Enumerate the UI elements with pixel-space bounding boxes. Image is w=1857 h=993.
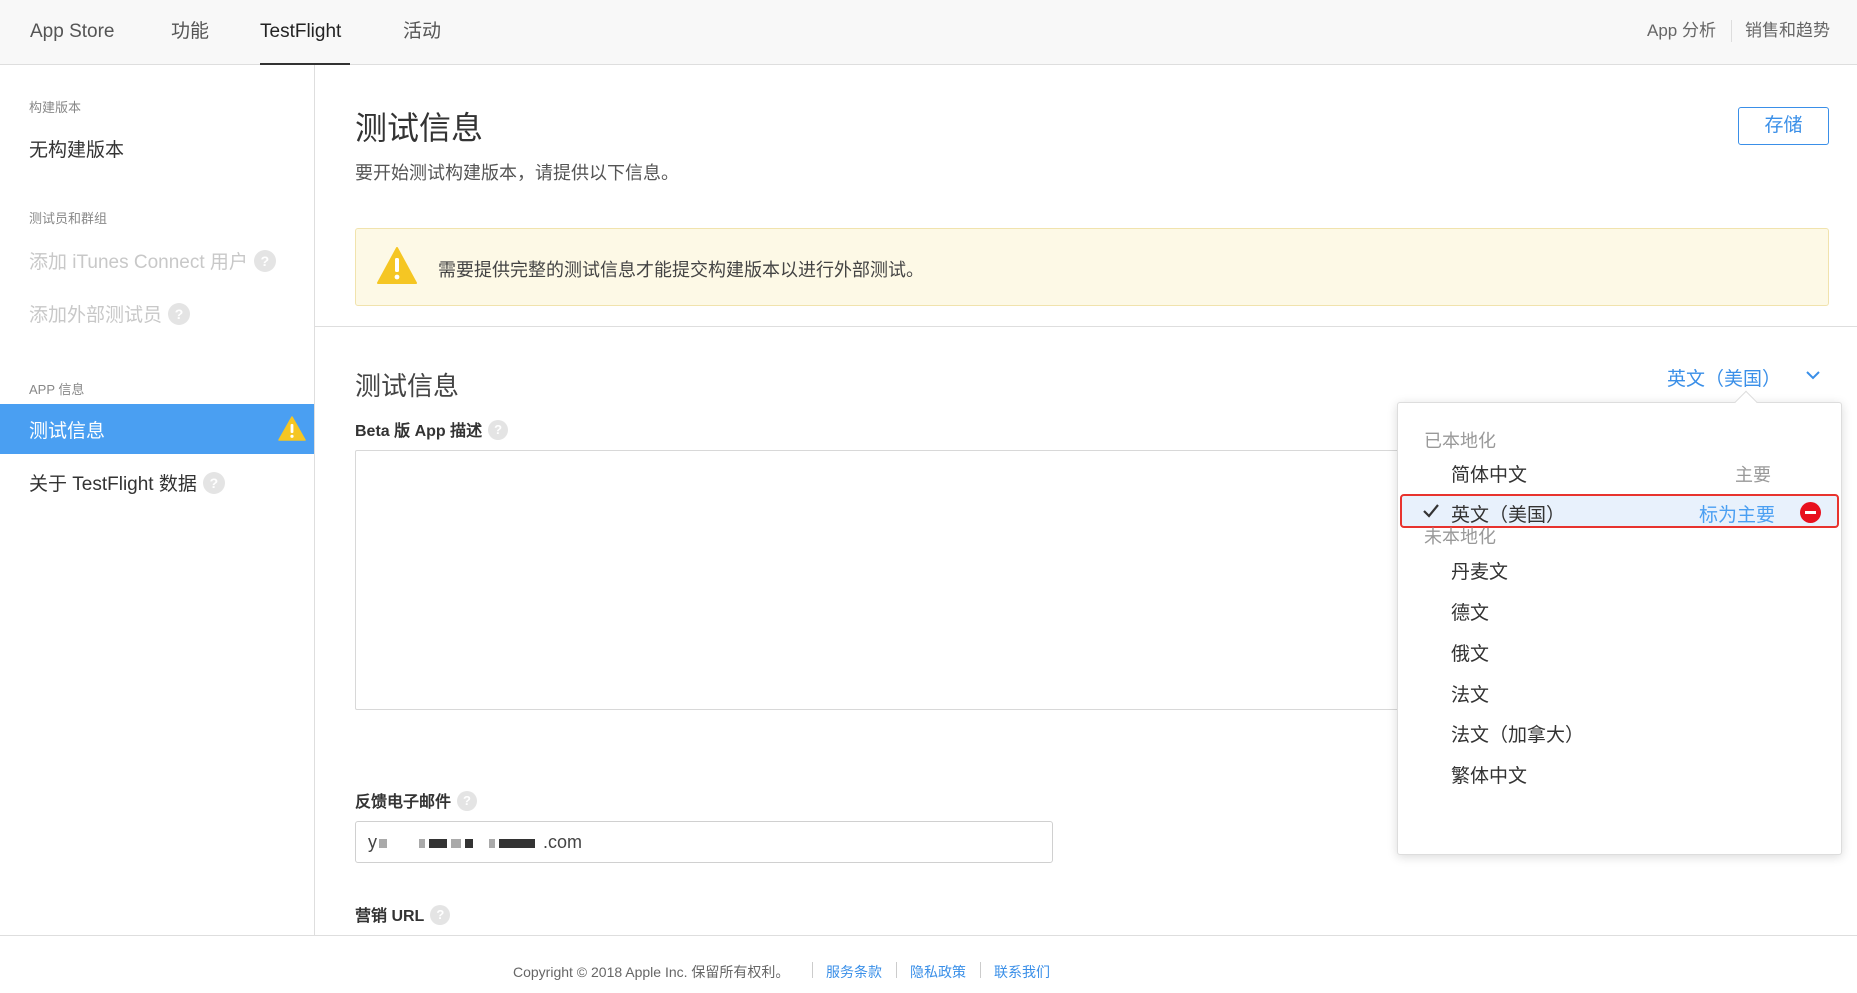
help-icon[interactable]: ? <box>253 250 276 272</box>
sidebar: 构建版本 无构建版本 测试员和群组 添加 iTunes Connect 用户? … <box>0 65 315 935</box>
section-divider <box>315 326 1857 327</box>
redaction-block <box>429 838 447 848</box>
redaction-block <box>419 838 425 848</box>
sidebar-item-add-itunes-user: 添加 iTunes Connect 用户? <box>29 247 276 274</box>
primary-tag: 主要 <box>1735 465 1771 485</box>
help-icon[interactable]: ? <box>488 420 509 440</box>
contact-link[interactable]: 联系我们 <box>994 962 1050 982</box>
sidebar-item-label: 添加外部测试员 <box>29 305 163 326</box>
warning-banner: 需要提供完整的测试信息才能提交构建版本以进行外部测试。 <box>355 228 1829 306</box>
chevron-down-icon[interactable] <box>1804 366 1822 389</box>
app-analytics-link[interactable]: App 分析 <box>1647 0 1716 62</box>
language-selector[interactable]: 英文（美国） <box>1667 364 1781 391</box>
sidebar-item-test-info[interactable]: 测试信息 <box>0 404 314 454</box>
footer-divider <box>896 962 897 978</box>
checkmark-icon <box>1422 502 1440 525</box>
sidebar-item-label: 测试信息 <box>29 421 106 442</box>
sidebar-heading-app-info: APP 信息 <box>29 382 85 397</box>
email-suffix: .com <box>543 832 583 852</box>
mark-primary-link[interactable]: 标为主要 <box>1699 500 1775 527</box>
language-option-danish[interactable]: 丹麦文 <box>1451 557 1508 584</box>
warning-icon <box>278 416 306 447</box>
privacy-link[interactable]: 隐私政策 <box>910 962 966 982</box>
terms-link[interactable]: 服务条款 <box>826 962 882 982</box>
page-title: 测试信息 <box>355 110 484 146</box>
top-navigation: App Store 功能 TestFlight 活动 App 分析 销售和趋势 <box>0 0 1857 65</box>
language-option-traditional-chinese[interactable]: 繁体中文 <box>1451 761 1527 788</box>
help-icon[interactable]: ? <box>430 905 451 925</box>
language-option-simplified-chinese[interactable]: 简体中文 <box>1451 460 1527 487</box>
page-subtitle: 要开始测试构建版本，请提供以下信息。 <box>355 163 679 183</box>
help-icon[interactable]: ? <box>202 472 225 494</box>
footer: Copyright © 2018 Apple Inc. 保留所有权利。 服务条款… <box>0 935 1857 993</box>
redaction-block <box>451 838 461 848</box>
language-option-german[interactable]: 德文 <box>1451 598 1489 625</box>
sidebar-item-no-builds[interactable]: 无构建版本 <box>29 135 124 162</box>
redaction-block <box>489 838 495 848</box>
sidebar-item-about-testflight[interactable]: 关于 TestFlight 数据? <box>29 469 225 496</box>
sidebar-item-label: 添加 iTunes Connect 用户 <box>29 252 248 273</box>
redaction-block <box>379 838 387 848</box>
field-label-text: 营销 URL <box>355 908 425 925</box>
footer-divider <box>980 962 981 978</box>
unlocalized-heading: 未本地化 <box>1424 527 1496 547</box>
sidebar-item-add-external-tester: 添加外部测试员? <box>29 300 191 327</box>
warning-icon <box>376 246 418 291</box>
save-button[interactable]: 存储 <box>1738 107 1829 145</box>
feedback-email-label: 反馈电子邮件? <box>355 788 478 812</box>
tab-app-store[interactable]: App Store <box>30 0 115 65</box>
dropdown-caret <box>1734 390 1758 414</box>
email-prefix: y <box>368 832 377 852</box>
help-icon[interactable]: ? <box>168 303 191 325</box>
sales-trends-link[interactable]: 销售和趋势 <box>1745 0 1830 62</box>
redaction-block <box>499 838 535 848</box>
beta-description-label: Beta 版 App 描述? <box>355 417 509 441</box>
language-dropdown: 已本地化 简体中文 主要 英文（美国） 标为主要 未本地化 丹麦文 德文 俄文 … <box>1397 390 1842 855</box>
field-label-text: Beta 版 App 描述 <box>355 423 483 440</box>
language-option-russian[interactable]: 俄文 <box>1451 639 1489 666</box>
warning-message: 需要提供完整的测试信息才能提交构建版本以进行外部测试。 <box>438 260 924 280</box>
marketing-url-label: 营销 URL? <box>355 902 451 926</box>
help-icon[interactable]: ? <box>457 791 478 811</box>
tab-testflight[interactable]: TestFlight <box>260 0 350 65</box>
sidebar-heading-builds: 构建版本 <box>29 100 82 115</box>
localized-heading: 已本地化 <box>1424 431 1496 451</box>
copyright-text: Copyright © 2018 Apple Inc. 保留所有权利。 <box>513 964 790 980</box>
feedback-email-field[interactable]: y .com <box>355 821 1053 863</box>
section-title: 测试信息 <box>355 371 460 401</box>
redaction-block <box>465 838 473 848</box>
nav-divider <box>1731 20 1732 42</box>
field-label-text: 反馈电子邮件 <box>355 794 452 811</box>
tab-activity[interactable]: 活动 <box>403 0 441 65</box>
remove-icon[interactable] <box>1800 502 1821 523</box>
sidebar-heading-testers: 测试员和群组 <box>29 211 108 226</box>
tab-features[interactable]: 功能 <box>171 0 209 65</box>
sidebar-item-label: 关于 TestFlight 数据 <box>29 474 197 495</box>
footer-divider <box>812 962 813 978</box>
language-option-french[interactable]: 法文 <box>1451 680 1489 707</box>
language-option-french-canada[interactable]: 法文（加拿大） <box>1451 720 1584 747</box>
